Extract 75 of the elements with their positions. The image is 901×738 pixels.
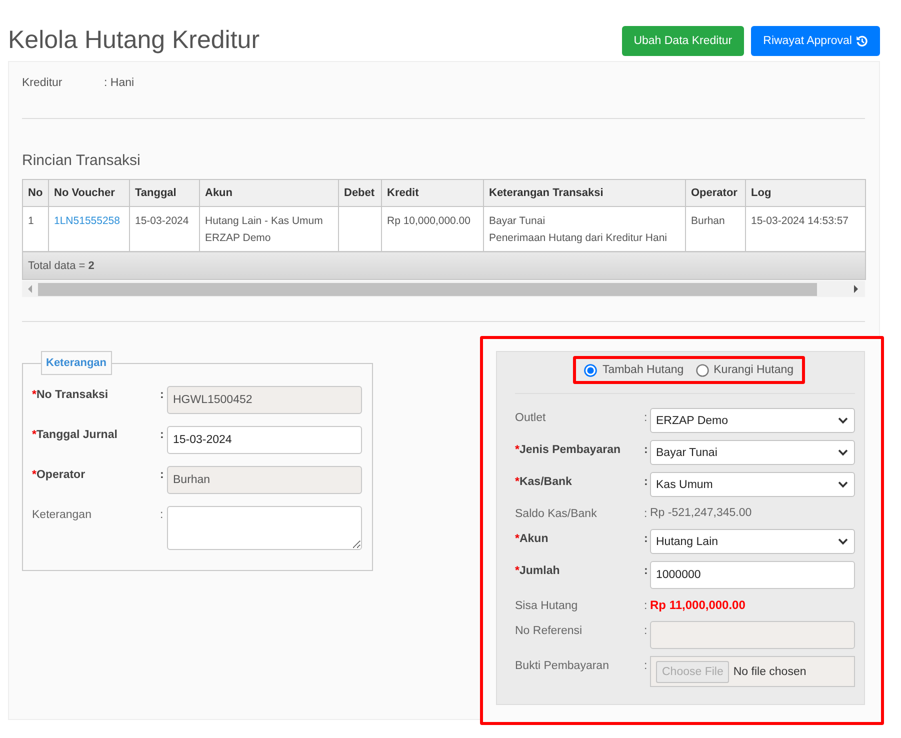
column-header: Tanggal	[130, 180, 200, 206]
label-colon: :	[644, 564, 649, 579]
table-cell: Rp 10,000,000.00	[382, 206, 484, 252]
text-input[interactable]: 15-03-2024	[167, 426, 362, 454]
column-header: No Voucher	[48, 180, 130, 206]
field-label: Keterangan	[32, 508, 92, 523]
history-icon	[856, 35, 868, 47]
text-input[interactable]	[650, 621, 855, 649]
page-title: Kelola Hutang Kreditur	[8, 25, 260, 56]
chevron-down-icon	[838, 481, 848, 488]
label-colon: :	[644, 659, 648, 674]
chevron-down-icon	[838, 538, 848, 545]
creditor-value: : Hani	[104, 76, 134, 90]
field-label: *No Transaksi	[32, 388, 110, 403]
textarea-field[interactable]	[167, 506, 362, 550]
field-label: No Referensi	[515, 624, 584, 639]
label-colon: :	[644, 475, 649, 490]
text-input[interactable]: HGWL1500452	[167, 386, 362, 414]
label-colon: :	[160, 468, 165, 483]
radio-icon[interactable]	[696, 364, 709, 376]
radio-icon[interactable]	[584, 364, 598, 376]
horizontal-scrollbar[interactable]	[22, 281, 865, 297]
table-cell: 15-03-2024	[130, 206, 200, 252]
field-label: *Jenis Pembayaran	[515, 443, 622, 458]
action-button[interactable]: Riwayat Approval	[751, 26, 880, 56]
radio-option[interactable]: Kurangi Hutang	[696, 364, 794, 376]
field-label: Bukti Pembayaran	[515, 659, 610, 674]
field-label: *Kas/Bank	[515, 475, 573, 490]
field-label: Outlet	[515, 411, 547, 426]
total-data-text: Total data = 2	[28, 260, 94, 272]
chevron-down-icon	[838, 417, 848, 424]
arrow-right-icon[interactable]	[854, 285, 858, 293]
column-header: Akun	[200, 180, 338, 206]
column-header: Debet	[338, 180, 382, 206]
dropdown-select[interactable]: Kas Umum	[650, 472, 855, 497]
column-header: Kredit	[382, 180, 484, 206]
radio-option[interactable]: Tambah Hutang	[584, 364, 684, 376]
chevron-down-icon	[838, 449, 848, 456]
field-label: *Jumlah	[515, 564, 561, 579]
table-cell: Bayar Tunai Penerimaan Hutang dari Kreditur Hani	[484, 206, 686, 252]
label-colon: :	[644, 624, 648, 639]
label-colon: :	[644, 411, 648, 426]
arrow-left-icon[interactable]	[28, 285, 32, 293]
field-label: *Akun	[515, 532, 550, 547]
section-title: Rincian Transaksi	[22, 151, 142, 171]
value-text: Rp -521,247,345.00	[650, 506, 752, 521]
file-status-text: No file chosen	[733, 666, 806, 678]
field-label: *Tanggal Jurnal	[32, 428, 118, 443]
column-header: No	[22, 180, 48, 206]
dropdown-select[interactable]: Bayar Tunai	[650, 440, 855, 465]
label-colon: :	[644, 443, 649, 458]
label-colon: :	[644, 599, 648, 614]
scrollbar-thumb[interactable]	[38, 282, 817, 296]
creditor-label: Kreditur	[22, 76, 64, 90]
table-cell: 1	[22, 206, 48, 252]
column-header: Log	[746, 180, 866, 206]
table-cell: Burhan	[686, 206, 746, 252]
label-colon: :	[160, 508, 164, 523]
label-colon: :	[644, 507, 648, 522]
text-input[interactable]: 1000000	[650, 561, 855, 589]
label-colon: :	[160, 428, 165, 443]
label-colon: :	[644, 532, 649, 547]
value-text: Rp 11,000,000.00	[650, 597, 746, 614]
column-header: Operator	[686, 180, 746, 206]
table-cell: Hutang Lain - Kas Umum ERZAP Demo	[200, 206, 338, 252]
field-label: Saldo Kas/Bank	[515, 507, 598, 522]
label-colon: :	[160, 388, 165, 403]
dropdown-select[interactable]: Hutang Lain	[650, 529, 855, 554]
field-label: Sisa Hutang	[515, 599, 579, 614]
dropdown-select[interactable]: ERZAP Demo	[650, 408, 855, 433]
field-label: *Operator	[32, 468, 86, 483]
column-header: Keterangan Transaksi	[484, 180, 686, 206]
fieldset-legend: Keterangan	[41, 351, 112, 375]
table-cell: 15-03-2024 14:53:57	[746, 206, 866, 252]
text-input[interactable]: Burhan	[167, 466, 362, 494]
